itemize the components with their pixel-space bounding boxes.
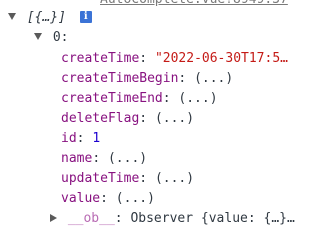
object-index-row[interactable]: 0: xyxy=(34,28,68,48)
property-key: createTime xyxy=(61,51,140,66)
info-icon[interactable]: i xyxy=(79,10,92,23)
property-row-createTimeBegin[interactable]: createTimeBegin: (...) xyxy=(61,69,233,89)
property-key: createTimeEnd xyxy=(61,91,163,106)
property-key: __ob__ xyxy=(67,211,115,226)
array-summary: [{…}] xyxy=(26,10,66,25)
property-row-createTime[interactable]: createTime: "2022-06-30T17:5… xyxy=(61,49,288,69)
expand-arrow-down-icon[interactable] xyxy=(34,33,42,40)
property-row-deleteFlag[interactable]: deleteFlag: (...) xyxy=(61,109,194,129)
property-value[interactable]: (...) xyxy=(116,191,155,206)
property-key: updateTime xyxy=(61,171,140,186)
property-row-updateTime[interactable]: updateTime: (...) xyxy=(61,169,194,189)
property-value[interactable]: (...) xyxy=(194,71,233,86)
property-row-createTimeEnd[interactable]: createTimeEnd: (...) xyxy=(61,89,218,109)
property-key: createTimeBegin xyxy=(61,71,179,86)
property-key: deleteFlag xyxy=(61,111,140,126)
property-key: value xyxy=(61,191,101,206)
property-row-name[interactable]: name: (...) xyxy=(61,149,147,169)
object-index-label: 0: xyxy=(52,30,69,45)
property-key: name xyxy=(61,151,93,166)
property-row-value[interactable]: value: (...) xyxy=(61,189,155,209)
expand-arrow-down-icon[interactable] xyxy=(8,13,16,20)
array-row[interactable]: [{…}] i xyxy=(8,8,92,28)
property-value[interactable]: (...) xyxy=(178,91,217,106)
property-value: 1 xyxy=(92,131,101,146)
property-value: "2022-06-30T17:5… xyxy=(154,51,288,66)
property-key: id xyxy=(61,131,77,146)
source-location-link[interactable]: AutoComplete.vue?8949:37 xyxy=(100,0,288,8)
property-value[interactable]: (...) xyxy=(108,151,147,166)
property-row-observer[interactable]: __ob__: Observer {value: {…}… xyxy=(50,209,295,229)
property-value: Observer {value: {…}… xyxy=(130,211,295,226)
property-value[interactable]: (...) xyxy=(155,111,194,126)
expand-arrow-right-icon[interactable] xyxy=(50,213,57,222)
property-value[interactable]: (...) xyxy=(155,171,194,186)
property-row-id[interactable]: id: 1 xyxy=(61,129,100,149)
